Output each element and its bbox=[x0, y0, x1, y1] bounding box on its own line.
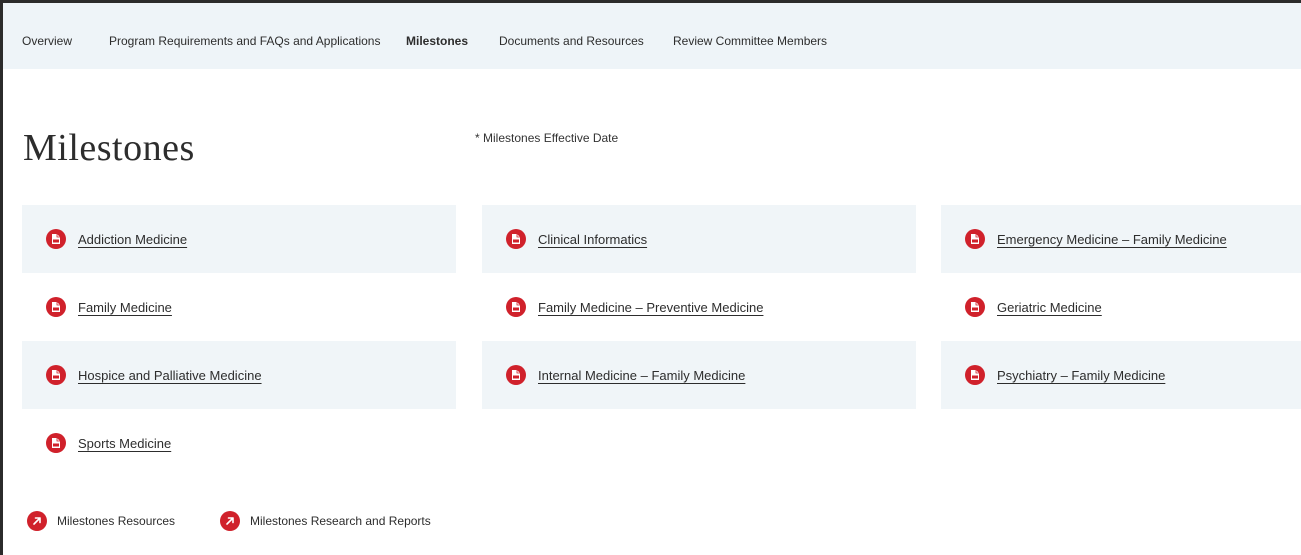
pdf-icon bbox=[46, 365, 66, 385]
milestones-research-reports-link[interactable]: Milestones Research and Reports bbox=[220, 511, 431, 531]
pdf-icon bbox=[46, 297, 66, 317]
pdf-icon bbox=[506, 229, 526, 249]
document-link-family-preventive-medicine[interactable]: Family Medicine – Preventive Medicine bbox=[538, 300, 763, 315]
document-card: Family Medicine – Preventive Medicine bbox=[482, 273, 916, 341]
document-link-geriatric-medicine[interactable]: Geriatric Medicine bbox=[997, 300, 1102, 315]
document-card: Internal Medicine – Family Medicine bbox=[482, 341, 916, 409]
external-arrow-icon bbox=[220, 511, 240, 531]
pdf-icon bbox=[965, 229, 985, 249]
tab-program-requirements[interactable]: Program Requirements and FAQs and Applic… bbox=[109, 34, 380, 48]
document-card: Emergency Medicine – Family Medicine bbox=[941, 205, 1301, 273]
document-card: Geriatric Medicine bbox=[941, 273, 1301, 341]
page-title: Milestones bbox=[23, 127, 195, 169]
tab-documents-and-resources[interactable]: Documents and Resources bbox=[499, 34, 644, 48]
resource-label: Milestones Resources bbox=[57, 514, 176, 528]
pdf-icon bbox=[506, 365, 526, 385]
document-card: Sports Medicine bbox=[22, 409, 456, 477]
pdf-icon bbox=[46, 433, 66, 453]
document-card: Clinical Informatics bbox=[482, 205, 916, 273]
top-navigation: Overview Program Requirements and FAQs a… bbox=[3, 3, 1301, 69]
pdf-icon bbox=[965, 365, 985, 385]
tab-review-committee-members[interactable]: Review Committee Members bbox=[673, 34, 827, 48]
document-link-hospice-palliative-medicine[interactable]: Hospice and Palliative Medicine bbox=[78, 368, 262, 383]
document-card: Hospice and Palliative Medicine bbox=[22, 341, 456, 409]
effective-date-link[interactable]: * Milestones Effective Date bbox=[475, 131, 618, 145]
document-link-family-medicine[interactable]: Family Medicine bbox=[78, 300, 172, 315]
document-link-clinical-informatics[interactable]: Clinical Informatics bbox=[538, 232, 647, 247]
external-arrow-icon bbox=[27, 511, 47, 531]
document-link-addiction-medicine[interactable]: Addiction Medicine bbox=[78, 232, 187, 247]
document-link-emergency-family-medicine[interactable]: Emergency Medicine – Family Medicine bbox=[997, 232, 1227, 247]
pdf-icon bbox=[46, 229, 66, 249]
tab-milestones[interactable]: Milestones bbox=[406, 34, 468, 48]
document-card: Addiction Medicine bbox=[22, 205, 456, 273]
document-card: Psychiatry – Family Medicine bbox=[941, 341, 1301, 409]
pdf-icon bbox=[506, 297, 526, 317]
document-link-internal-family-medicine[interactable]: Internal Medicine – Family Medicine bbox=[538, 368, 745, 383]
pdf-icon bbox=[965, 297, 985, 317]
milestones-resources-link[interactable]: Milestones Resources bbox=[27, 511, 175, 531]
resource-label: Milestones Research and Reports bbox=[250, 514, 431, 528]
document-link-psychiatry-family-medicine[interactable]: Psychiatry – Family Medicine bbox=[997, 368, 1165, 383]
tab-overview[interactable]: Overview bbox=[22, 34, 72, 48]
document-card: Family Medicine bbox=[22, 273, 456, 341]
document-link-sports-medicine[interactable]: Sports Medicine bbox=[78, 436, 171, 451]
